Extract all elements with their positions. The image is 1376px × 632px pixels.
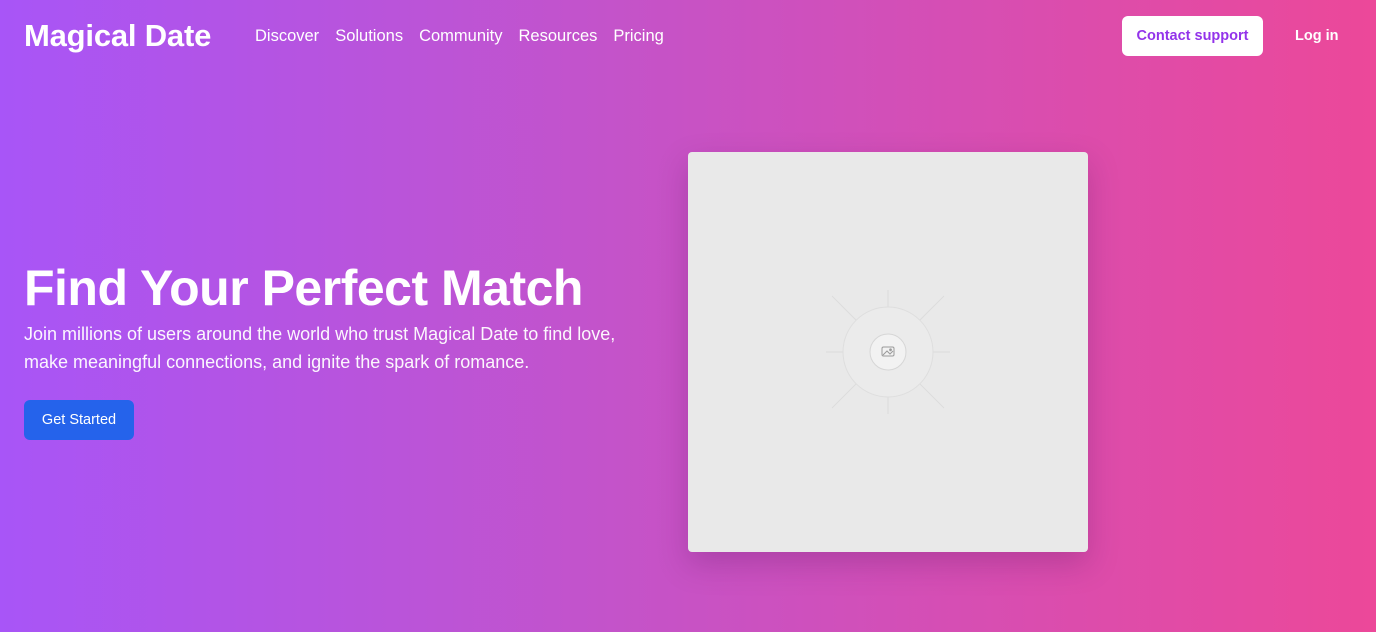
nav-pricing[interactable]: Pricing: [613, 25, 663, 47]
contact-support-button[interactable]: Contact support: [1122, 16, 1263, 56]
nav-solutions[interactable]: Solutions: [335, 25, 403, 47]
hero-subtitle: Join millions of users around the world …: [24, 320, 684, 376]
hero-subtitle-line-2: make meaningful connections, and ignite …: [24, 352, 530, 372]
hero-subtitle-line-1: Join millions of users around the world …: [24, 324, 616, 344]
login-link[interactable]: Log in: [1295, 26, 1339, 46]
hero-title: Find Your Perfect Match: [24, 260, 583, 316]
main-nav: Discover Solutions Community Resources P…: [255, 25, 664, 47]
nav-discover[interactable]: Discover: [255, 25, 319, 47]
nav-community[interactable]: Community: [419, 25, 502, 47]
site-logo[interactable]: Magical Date: [24, 17, 211, 55]
hero-image-placeholder: [688, 152, 1088, 552]
get-started-button[interactable]: Get Started: [24, 400, 134, 440]
image-placeholder-graphic: [826, 290, 950, 414]
nav-resources[interactable]: Resources: [519, 25, 598, 47]
